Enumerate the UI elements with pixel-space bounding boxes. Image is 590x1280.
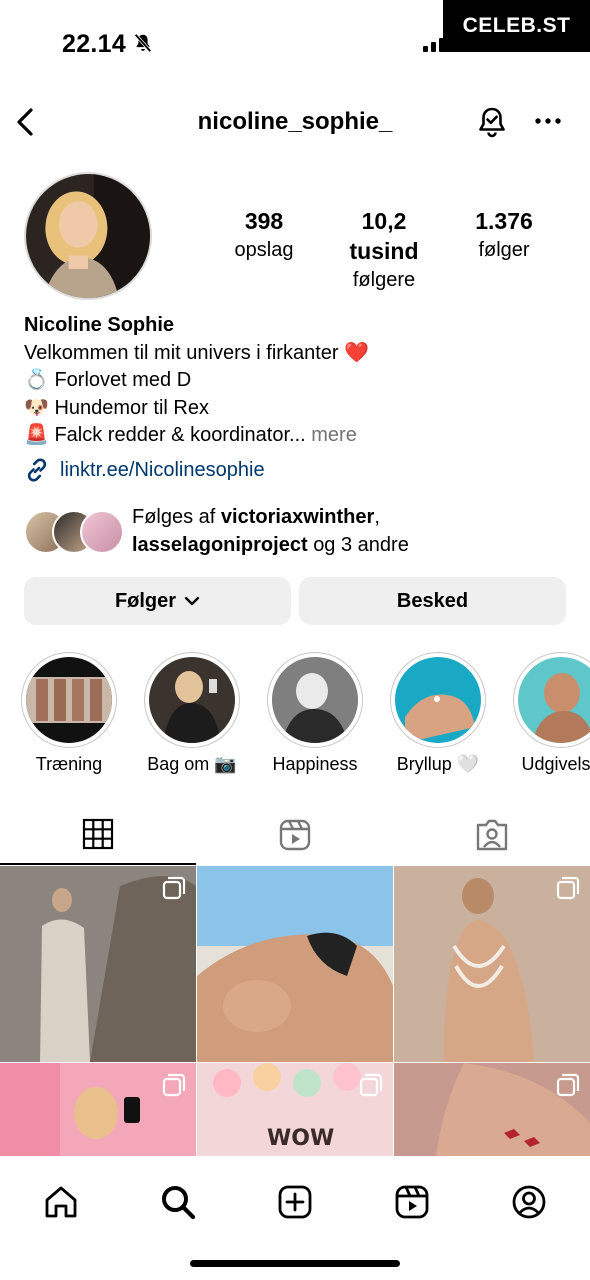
profile-header: nicoline_sophie_ <box>0 96 590 148</box>
highlight-item[interactable]: Bryllup 🤍 <box>388 652 488 775</box>
highlight-item[interactable]: Bag om 📷 <box>142 652 242 775</box>
nav-search-button[interactable] <box>148 1172 208 1232</box>
post-thumbnail[interactable] <box>0 1063 196 1156</box>
grid-icon <box>82 818 114 850</box>
more-options-button[interactable] <box>530 106 566 136</box>
reels-nav-icon <box>395 1185 429 1219</box>
highlight-thumbnail <box>26 657 112 743</box>
followers-label: følgere <box>352 269 416 291</box>
watermark-logo: CELEB.ST <box>443 0 590 52</box>
mutual-prefix: Følges af <box>132 506 216 528</box>
profile-bio: Nicoline Sophie Velkommen til mit univer… <box>24 312 564 450</box>
following-count: 1.376 <box>475 208 533 234</box>
posts-label: opslag <box>234 239 294 261</box>
link-icon <box>27 458 47 482</box>
followers-stat[interactable]: 10,2 tusind følgere <box>326 206 442 294</box>
following-button-label: Følger <box>114 589 177 612</box>
carousel-icon <box>162 1073 186 1097</box>
message-button[interactable]: Besked <box>299 577 566 625</box>
profile-avatar[interactable] <box>24 172 152 300</box>
bottom-navigation <box>0 1156 590 1280</box>
nav-home-button[interactable] <box>31 1172 91 1232</box>
reels-icon <box>279 819 311 851</box>
bio-line-text: 🚨 Falck redder & koordinator... <box>24 424 306 446</box>
bell-muted-icon <box>134 33 152 53</box>
mutual-suffix: og 3 andre <box>313 533 409 556</box>
posts-count: 398 <box>244 208 284 234</box>
bio-line: Velkommen til mit univers i firkanter ❤️ <box>24 341 369 364</box>
mutual-followers[interactable]: Følges af victoriaxwinther, lasselagonip… <box>24 504 574 560</box>
post-thumbnail[interactable] <box>197 866 393 1062</box>
following-button[interactable]: Følger <box>24 577 291 625</box>
highlight-item[interactable]: Træning <box>19 652 119 775</box>
mutual-avatars <box>24 510 124 554</box>
highlight-thumbnail <box>518 657 590 743</box>
mutual-text: Følges af victoriaxwinther, lasselagonip… <box>132 504 409 559</box>
post-thumbnail[interactable]: WOW <box>197 1063 393 1156</box>
status-bar: 22.14 CELEB.ST <box>0 0 590 86</box>
bio-line: 🐶 Hundemor til Rex <box>24 396 209 419</box>
bio-link-text: linktr.ee/Nicolinesophie <box>60 458 265 481</box>
highlight-label: Træning <box>35 754 103 774</box>
highlight-label: Happiness <box>272 754 358 774</box>
nav-reels-button[interactable] <box>382 1172 442 1232</box>
profile-tabs <box>0 805 590 865</box>
more-icon <box>535 118 561 124</box>
highlight-label: Bryllup 🤍 <box>396 754 480 774</box>
highlight-thumbnail <box>395 657 481 743</box>
tab-tagged[interactable] <box>394 805 590 865</box>
carousel-icon <box>556 876 580 900</box>
status-time: 22.14 <box>62 30 127 58</box>
carousel-icon <box>359 1073 383 1097</box>
post-thumbnail[interactable] <box>0 866 196 1062</box>
avatar-photo <box>26 174 150 298</box>
home-icon <box>45 1186 77 1218</box>
message-button-label: Besked <box>396 589 469 612</box>
display-name: Nicoline Sophie <box>24 314 175 336</box>
highlight-label: Udgivelse <box>521 754 590 774</box>
post-thumbnail[interactable] <box>394 866 590 1062</box>
svg-text:WOW: WOW <box>267 1126 334 1151</box>
posts-grid: WOW <box>0 866 590 1156</box>
search-icon <box>162 1186 196 1220</box>
following-label: følger <box>478 239 530 261</box>
story-highlights: Træning Bag om 📷 Happiness Bryllup 🤍 Udg… <box>0 652 590 782</box>
profile-icon <box>512 1185 546 1219</box>
highlight-label: Bag om 📷 <box>147 754 237 774</box>
mutual-user[interactable]: lasselagoniproject <box>132 534 308 556</box>
followers-count: 10,2 tusind <box>349 208 419 264</box>
create-icon <box>278 1185 312 1219</box>
signal-icon <box>423 38 444 52</box>
mutual-user[interactable]: victoriaxwinther <box>221 506 374 528</box>
bio-more-link[interactable]: mere <box>311 424 357 446</box>
following-stat[interactable]: 1.376 følger <box>460 206 548 264</box>
posts-stat[interactable]: 398 opslag <box>222 206 306 264</box>
tab-reels[interactable] <box>197 805 393 865</box>
bio-line-last: 🚨 Falck redder & koordinator... mere <box>24 422 564 450</box>
bio-link[interactable]: linktr.ee/Nicolinesophie <box>24 457 265 483</box>
mutual-separator: , <box>374 506 380 528</box>
highlight-thumbnail <box>272 657 358 743</box>
highlight-item[interactable]: Udgivelse <box>511 652 590 775</box>
nav-create-button[interactable] <box>265 1172 325 1232</box>
tagged-icon <box>476 819 508 851</box>
post-thumbnail[interactable] <box>394 1063 590 1156</box>
highlight-item[interactable]: Happiness <box>265 652 365 775</box>
nav-profile-button[interactable] <box>499 1172 559 1232</box>
home-indicator <box>190 1260 400 1267</box>
highlight-thumbnail <box>149 657 235 743</box>
tab-posts-grid[interactable] <box>0 805 196 865</box>
bio-line: 💍 Forlovet med D <box>24 369 192 391</box>
avatar <box>80 510 124 554</box>
carousel-icon <box>556 1073 580 1097</box>
notifications-button[interactable] <box>474 104 510 140</box>
notification-bell-icon <box>479 107 505 138</box>
post-image <box>197 866 393 1062</box>
chevron-down-icon <box>184 596 200 606</box>
carousel-icon <box>162 876 186 900</box>
